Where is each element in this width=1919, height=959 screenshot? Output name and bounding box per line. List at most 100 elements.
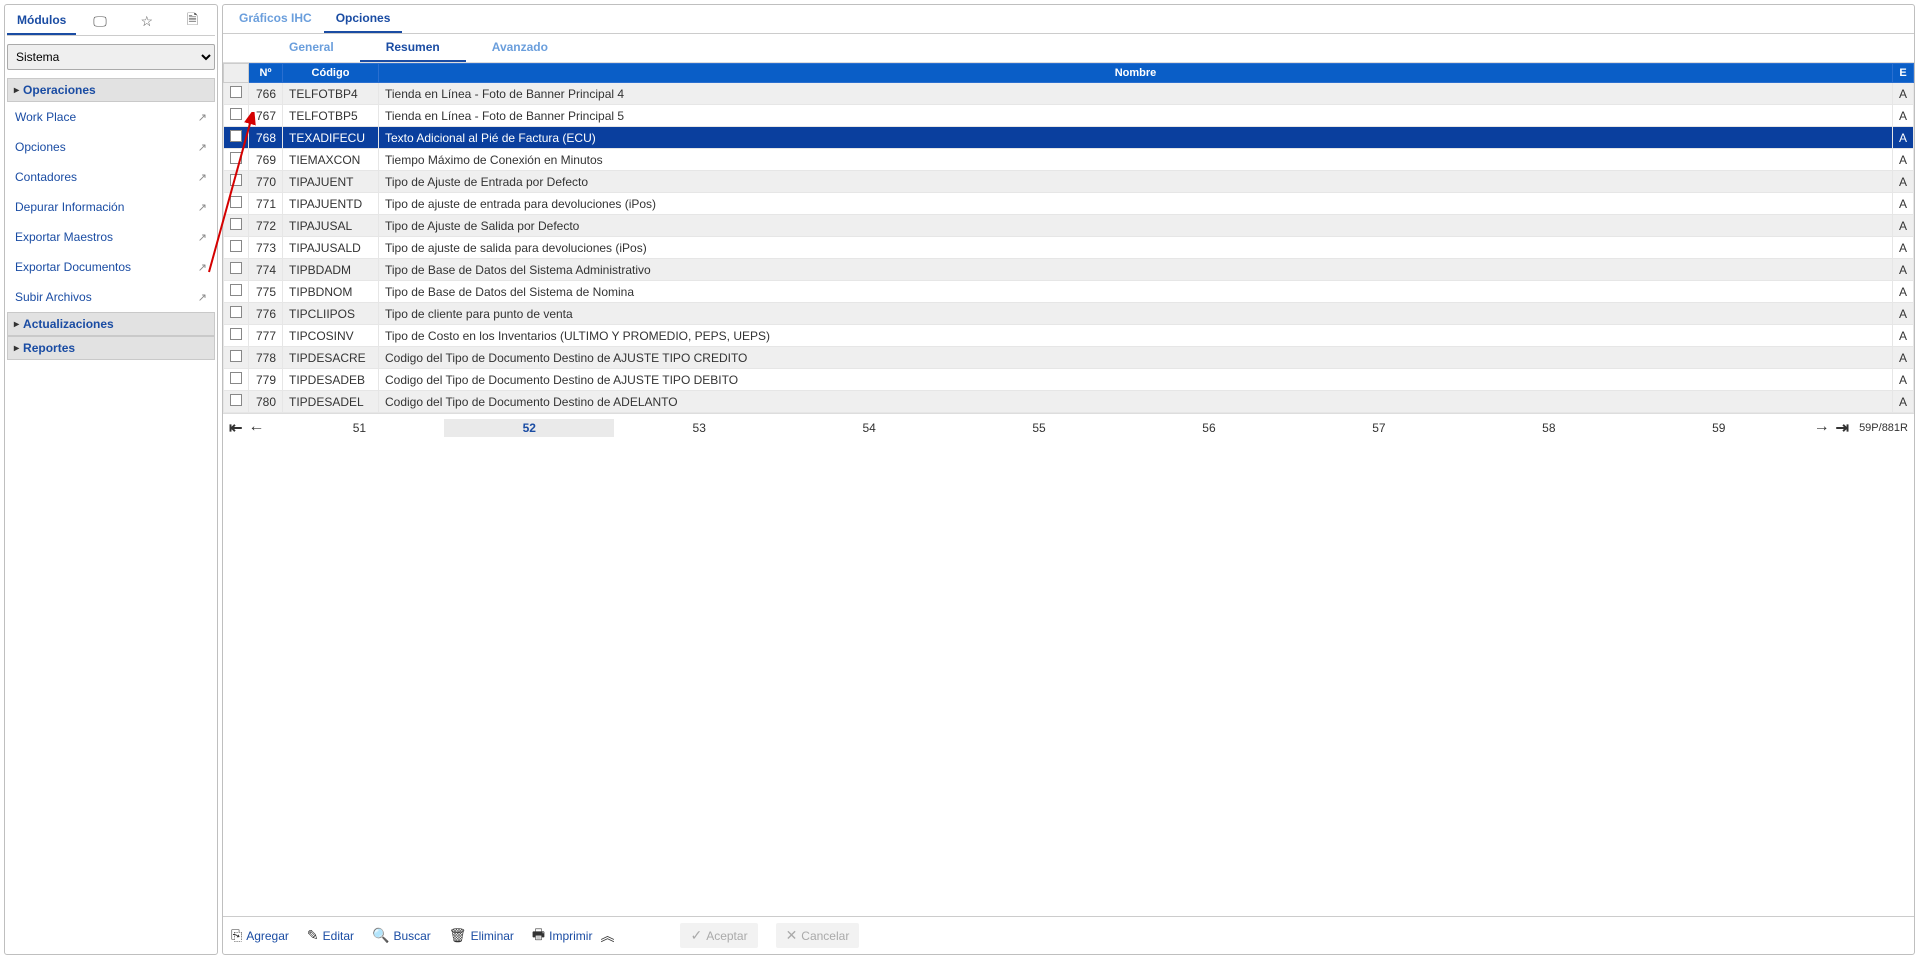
row-checkbox-cell[interactable] [224, 303, 249, 325]
top-tab[interactable]: Opciones [324, 5, 403, 33]
row-checkbox-cell[interactable] [224, 259, 249, 281]
nav-item[interactable]: Depurar Información↗ [7, 192, 215, 222]
nav-group-reportes[interactable]: ▸Reportes [7, 336, 215, 360]
page-number[interactable]: 51 [274, 419, 444, 437]
checkbox-icon[interactable] [230, 262, 242, 274]
table-row[interactable]: 780TIPDESADELCodigo del Tipo de Document… [224, 391, 1914, 413]
nav-item[interactable]: Work Place↗ [7, 102, 215, 132]
checkbox-icon[interactable] [230, 394, 242, 406]
row-checkbox-cell[interactable] [224, 193, 249, 215]
table-row[interactable]: 779TIPDESADEBCodigo del Tipo de Document… [224, 369, 1914, 391]
table-row[interactable]: 773TIPAJUSALDTipo de ajuste de salida pa… [224, 237, 1914, 259]
checkbox-icon[interactable] [230, 328, 242, 340]
agregar-button[interactable]: ⎘Agregar [231, 927, 289, 944]
module-select[interactable]: Sistema [7, 44, 215, 70]
row-num: 766 [249, 83, 283, 105]
row-status: A [1892, 127, 1913, 149]
buscar-button[interactable]: 🔍Buscar [372, 927, 431, 944]
star-icon[interactable]: ☆ [141, 13, 154, 30]
page-number[interactable]: 53 [614, 419, 784, 437]
checkbox-icon[interactable] [230, 86, 242, 98]
nav-item[interactable]: Exportar Maestros↗ [7, 222, 215, 252]
sub-tab[interactable]: General [263, 34, 360, 62]
document-icon[interactable]: 🗎 [187, 9, 198, 33]
page-number[interactable]: 59 [1634, 419, 1804, 437]
row-checkbox-cell[interactable] [224, 347, 249, 369]
checkbox-icon[interactable] [230, 350, 242, 362]
checkbox-icon[interactable] [230, 372, 242, 384]
table-row[interactable]: 769TIEMAXCONTiempo Máximo de Conexión en… [224, 149, 1914, 171]
imprimir-button[interactable]: 🖶Imprimir︽ [532, 924, 615, 948]
row-checkbox-cell[interactable] [224, 83, 249, 105]
nav-group-actualizaciones[interactable]: ▸Actualizaciones [7, 312, 215, 336]
row-checkbox-cell[interactable] [224, 105, 249, 127]
row-checkbox-cell[interactable] [224, 369, 249, 391]
table-row[interactable]: 777TIPCOSINVTipo de Costo en los Inventa… [224, 325, 1914, 347]
nav-item[interactable]: Exportar Documentos↗ [7, 252, 215, 282]
pager: ⇤ ← 515253545556575859 → ⇥ 59P/881R [223, 413, 1914, 442]
sub-tab[interactable]: Avanzado [466, 34, 574, 62]
nav-item[interactable]: Subir Archivos↗ [7, 282, 215, 312]
row-code: TEXADIFECU [283, 127, 379, 149]
row-num: 779 [249, 369, 283, 391]
checkbox-icon[interactable] [230, 174, 242, 186]
first-page-icon[interactable]: ⇤ [229, 418, 242, 438]
row-checkbox-cell[interactable] [224, 171, 249, 193]
col-header-status[interactable]: E [1892, 64, 1913, 83]
page-number[interactable]: 54 [784, 419, 954, 437]
checkbox-icon[interactable] [230, 218, 242, 230]
row-num: 775 [249, 281, 283, 303]
row-checkbox-cell[interactable] [224, 149, 249, 171]
table-row[interactable]: 766TELFOTBP4Tienda en Línea - Foto de Ba… [224, 83, 1914, 105]
checkbox-icon[interactable] [230, 240, 242, 252]
checkbox-icon[interactable] [230, 108, 242, 120]
sub-tab[interactable]: Resumen [360, 34, 466, 62]
table-row[interactable]: 775TIPBDNOMTipo de Base de Datos del Sis… [224, 281, 1914, 303]
top-tab[interactable]: Gráficos IHC [227, 5, 324, 33]
page-number[interactable]: 57 [1294, 419, 1464, 437]
table-row[interactable]: 776TIPCLIIPOSTipo de cliente para punto … [224, 303, 1914, 325]
checkbox-icon[interactable] [230, 196, 242, 208]
eliminar-button[interactable]: 🗑Eliminar [449, 927, 514, 944]
page-number[interactable]: 56 [1124, 419, 1294, 437]
table-row[interactable]: 778TIPDESACRECodigo del Tipo de Document… [224, 347, 1914, 369]
page-number[interactable]: 52 [444, 419, 614, 437]
row-checkbox-cell[interactable] [224, 127, 249, 149]
table-row[interactable]: 768TEXADIFECUTexto Adicional al Pié de F… [224, 127, 1914, 149]
checkbox-icon[interactable] [230, 130, 242, 142]
monitor-icon[interactable]: 🖵 [93, 13, 107, 30]
checkbox-icon[interactable] [230, 152, 242, 164]
sidebar-tab-icons: 🖵 ☆ 🗎 [76, 9, 215, 33]
checkbox-icon[interactable] [230, 306, 242, 318]
page-number[interactable]: 58 [1464, 419, 1634, 437]
row-checkbox-cell[interactable] [224, 281, 249, 303]
row-checkbox-cell[interactable] [224, 391, 249, 413]
row-code: TIPDESADEL [283, 391, 379, 413]
table-row[interactable]: 770TIPAJUENTTipo de Ajuste de Entrada po… [224, 171, 1914, 193]
pager-nav-left: ⇤ ← [229, 418, 264, 438]
editar-button[interactable]: ✎Editar [307, 927, 354, 944]
row-checkbox-cell[interactable] [224, 215, 249, 237]
row-num: 771 [249, 193, 283, 215]
last-page-icon[interactable]: ⇥ [1836, 418, 1849, 438]
table-row[interactable]: 771TIPAJUENTDTipo de ajuste de entrada p… [224, 193, 1914, 215]
caret-icon: ▸ [14, 319, 19, 330]
nav-item[interactable]: Contadores↗ [7, 162, 215, 192]
table-row[interactable]: 772TIPAJUSALTipo de Ajuste de Salida por… [224, 215, 1914, 237]
page-number[interactable]: 55 [954, 419, 1124, 437]
row-name: Tiempo Máximo de Conexión en Minutos [379, 149, 1893, 171]
col-header-code[interactable]: Código [283, 64, 379, 83]
next-page-icon[interactable]: → [1814, 418, 1830, 438]
prev-page-icon[interactable]: ← [248, 418, 264, 438]
checkbox-icon[interactable] [230, 284, 242, 296]
row-checkbox-cell[interactable] [224, 325, 249, 347]
row-checkbox-cell[interactable] [224, 237, 249, 259]
table-row[interactable]: 774TIPBDADMTipo de Base de Datos del Sis… [224, 259, 1914, 281]
row-name: Codigo del Tipo de Documento Destino de … [379, 391, 1893, 413]
nav-group-operaciones[interactable]: ▸Operaciones [7, 78, 215, 102]
col-header-num[interactable]: Nº [249, 64, 283, 83]
col-header-name[interactable]: Nombre [379, 64, 1893, 83]
sidebar-tab-modulos[interactable]: Módulos [7, 7, 76, 35]
nav-item[interactable]: Opciones↗ [7, 132, 215, 162]
table-row[interactable]: 767TELFOTBP5Tienda en Línea - Foto de Ba… [224, 105, 1914, 127]
